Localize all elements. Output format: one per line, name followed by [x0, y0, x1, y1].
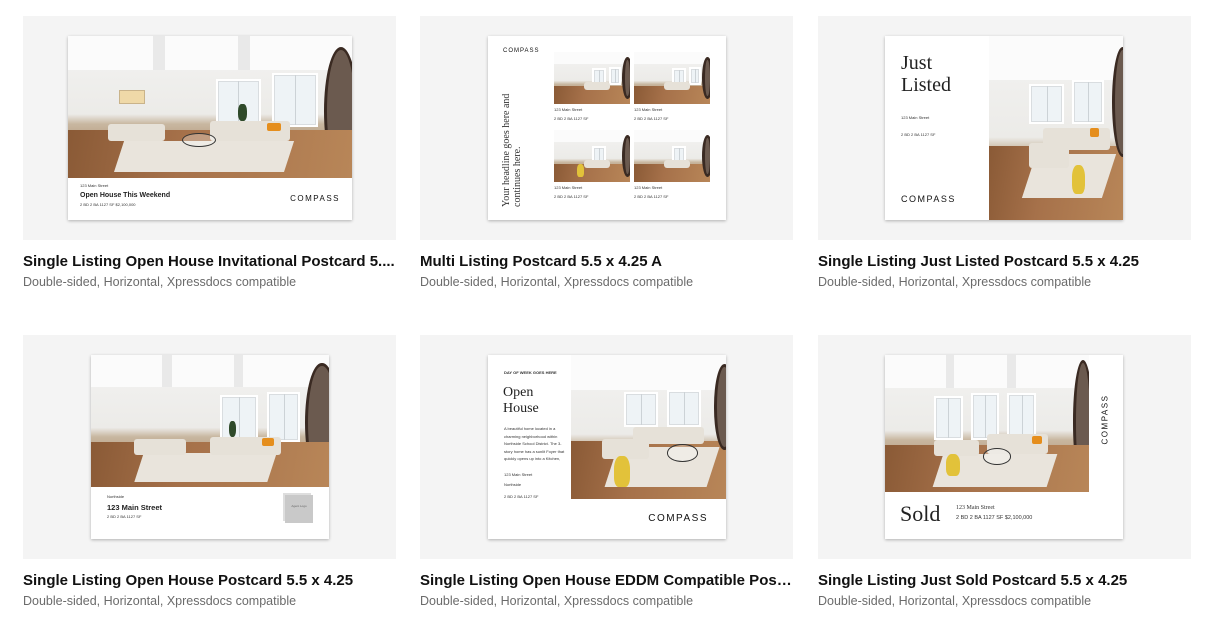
- listing-photo: [554, 130, 630, 182]
- card-subtitle: Double-sided, Horizontal, Xpressdocs com…: [23, 275, 297, 289]
- postcard-headline-line2: Listed: [901, 74, 951, 96]
- template-card[interactable]: COMPASS Sold 123 Main Street 2 BD 2 BA 1…: [818, 335, 1191, 608]
- compass-logo-vertical: COMPASS: [1100, 394, 1110, 445]
- room-photo: [91, 355, 329, 487]
- postcard-preview: Just Listed 123 Main Street 2 BD 2 BA 11…: [885, 36, 1123, 220]
- room-photo: [68, 36, 352, 178]
- room-photo: [571, 355, 726, 499]
- card-subtitle: Double-sided, Horizontal, Xpressdocs com…: [420, 594, 694, 608]
- compass-logo: COMPASS: [901, 194, 956, 204]
- postcard-preview: DAY OF WEEK GOES HERE Open House A beaut…: [488, 355, 726, 539]
- postcard-preview: 123 Main Street Open House This Weekend …: [68, 36, 352, 220]
- template-thumbnail[interactable]: 123 Main Street Open House This Weekend …: [23, 16, 396, 240]
- postcard-headline: Open House This Weekend: [80, 192, 171, 199]
- listing-address: 123 Main Street: [634, 185, 663, 190]
- card-title[interactable]: Single Listing Open House Invitational P…: [23, 253, 396, 270]
- room-photo: [989, 36, 1123, 220]
- postcard-specs: 2 BD 2 BA 1127 SF: [901, 132, 936, 137]
- template-card[interactable]: COMPASS Your headline goes here and cont…: [420, 16, 793, 289]
- postcard-address: 123 Main Street: [107, 503, 163, 512]
- postcard-neighborhood: Northside: [107, 494, 125, 499]
- postcard-preview: COMPASS Your headline goes here and cont…: [488, 36, 726, 220]
- postcard-headline-line1: Just: [901, 52, 933, 74]
- card-title[interactable]: Single Listing Open House EDDM Compatibl…: [420, 572, 793, 589]
- postcard-address: 123 Main Street: [901, 115, 930, 120]
- template-thumbnail[interactable]: COMPASS Sold 123 Main Street 2 BD 2 BA 1…: [818, 335, 1191, 559]
- postcard-headline: Your headline goes here and continues he…: [501, 93, 523, 207]
- listing-specs: 2 BD 2 BA 1127 SF: [634, 116, 669, 121]
- card-title[interactable]: Multi Listing Postcard 5.5 x 4.25 A: [420, 253, 793, 270]
- template-card[interactable]: Just Listed 123 Main Street 2 BD 2 BA 11…: [818, 16, 1191, 289]
- template-thumbnail[interactable]: COMPASS Your headline goes here and cont…: [420, 16, 793, 240]
- template-thumbnail[interactable]: Northside 123 Main Street 2 BD 2 BA 1127…: [23, 335, 396, 559]
- postcard-specs: 2 BD 2 BA 1127 SF $2,100,000: [80, 202, 136, 207]
- card-title[interactable]: Single Listing Just Listed Postcard 5.5 …: [818, 253, 1191, 270]
- template-thumbnail[interactable]: Just Listed 123 Main Street 2 BD 2 BA 11…: [818, 16, 1191, 240]
- card-subtitle: Double-sided, Horizontal, Xpressdocs com…: [818, 275, 1092, 289]
- card-title[interactable]: Single Listing Just Sold Postcard 5.5 x …: [818, 572, 1191, 589]
- compass-logo: COMPASS: [503, 48, 540, 54]
- listing-address: 123 Main Street: [554, 185, 583, 190]
- postcard-body: A beautiful home located in a charming n…: [504, 426, 565, 465]
- postcard-specs: 2 BD 2 BA 1127 SF: [504, 494, 539, 499]
- listing-specs: 2 BD 2 BA 1127 SF: [554, 194, 589, 199]
- listing-specs: 2 BD 2 BA 1127 SF: [554, 116, 589, 121]
- postcard-address: 123 Main Street: [80, 183, 109, 188]
- postcard-address: 123 Main Street: [504, 472, 533, 477]
- compass-logo: COMPASS: [290, 194, 340, 203]
- template-thumbnail[interactable]: DAY OF WEEK GOES HERE Open House A beaut…: [420, 335, 793, 559]
- card-subtitle: Double-sided, Horizontal, Xpressdocs com…: [818, 594, 1092, 608]
- postcard-kicker: DAY OF WEEK GOES HERE: [504, 370, 557, 375]
- postcard-headline-line1: Open: [503, 385, 534, 400]
- template-card[interactable]: 123 Main Street Open House This Weekend …: [23, 16, 396, 289]
- listing-address: 123 Main Street: [554, 107, 583, 112]
- postcard-specs: 2 BD 2 BA 1127 SF $2,100,000: [956, 515, 1033, 521]
- listing-photo: [634, 130, 710, 182]
- postcard-neighborhood: Northside: [504, 482, 522, 487]
- card-title[interactable]: Single Listing Open House Postcard 5.5 x…: [23, 572, 396, 589]
- compass-logo: COMPASS: [648, 513, 708, 524]
- card-subtitle: Double-sided, Horizontal, Xpressdocs com…: [420, 275, 694, 289]
- postcard-headline-line2: House: [503, 401, 539, 416]
- room-photo: [885, 355, 1089, 492]
- card-subtitle: Double-sided, Horizontal, Xpressdocs com…: [23, 594, 297, 608]
- postcard-preview: COMPASS Sold 123 Main Street 2 BD 2 BA 1…: [885, 355, 1123, 539]
- postcard-address: 123 Main Street: [956, 505, 995, 511]
- listing-address: 123 Main Street: [634, 107, 663, 112]
- listing-photo: [634, 52, 710, 104]
- postcard-specs: 2 BD 2 BA 1127 SF: [107, 514, 142, 519]
- template-card[interactable]: Northside 123 Main Street 2 BD 2 BA 1127…: [23, 335, 396, 608]
- postcard-headline: Sold: [900, 501, 941, 526]
- listing-photo: [554, 52, 630, 104]
- agent-logo-placeholder: Agent Logo: [285, 495, 313, 523]
- listing-specs: 2 BD 2 BA 1127 SF: [634, 194, 669, 199]
- postcard-preview: Northside 123 Main Street 2 BD 2 BA 1127…: [91, 355, 329, 539]
- template-card[interactable]: DAY OF WEEK GOES HERE Open House A beaut…: [420, 335, 793, 608]
